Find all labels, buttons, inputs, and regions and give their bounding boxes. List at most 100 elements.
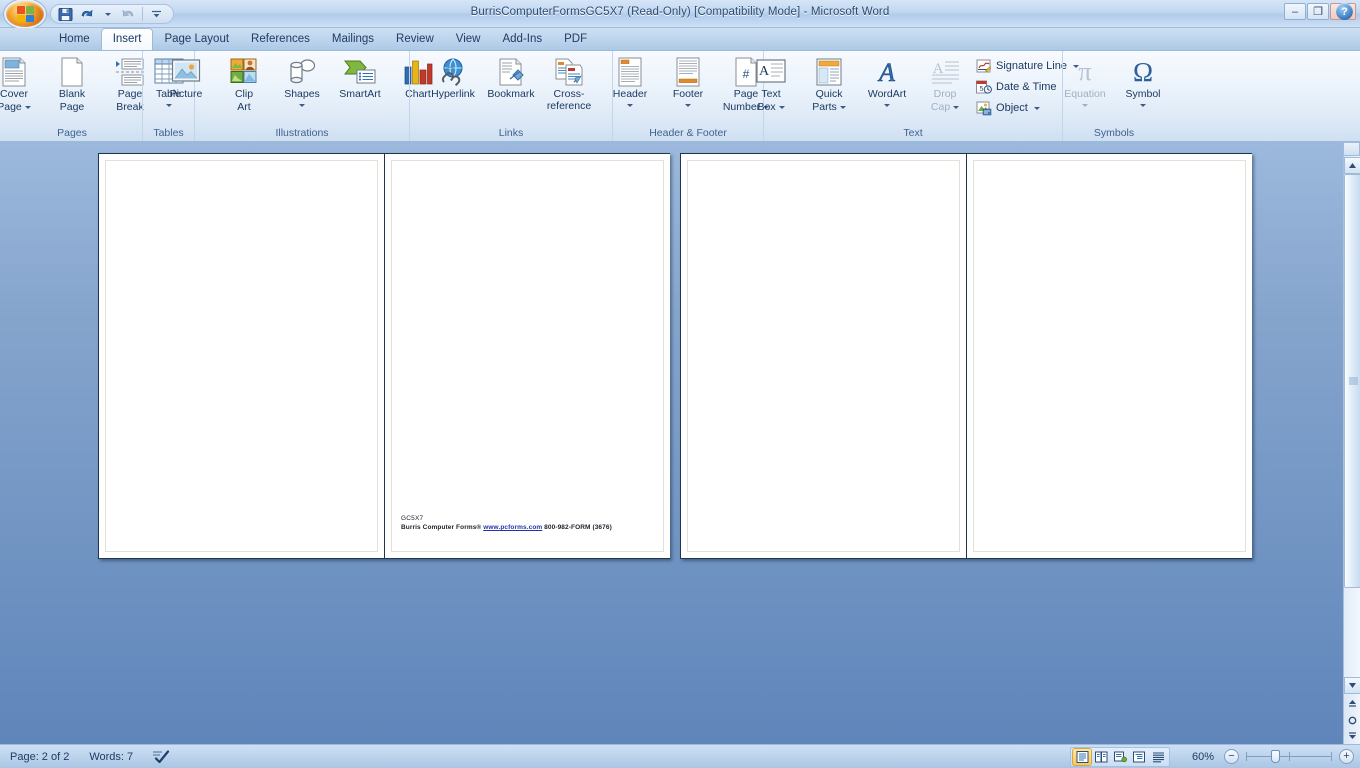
scroll-down-button[interactable] <box>1344 677 1360 694</box>
ribbon-button-dropdown[interactable] <box>627 102 633 109</box>
ribbon-group-items: A Text Box Quick Parts A WordArt A Drop Cap Signat… <box>742 51 1084 126</box>
chevron-down-icon <box>685 103 691 107</box>
scroll-up-button[interactable] <box>1344 157 1360 174</box>
ribbon-button-smartart[interactable]: SmartArt <box>331 54 389 101</box>
previous-page-button[interactable] <box>1344 695 1360 712</box>
ribbon-button-dropdown[interactable] <box>884 102 891 109</box>
ribbon-button-shapes[interactable]: Shapes <box>273 54 331 109</box>
ribbon-button-label: Bookmark <box>487 88 535 100</box>
tab-home[interactable]: Home <box>48 29 101 50</box>
ribbon-button-dropdown[interactable] <box>299 102 305 109</box>
view-web-layout-button[interactable] <box>1111 749 1129 765</box>
chevron-down-icon <box>1082 103 1088 107</box>
zoom-level[interactable]: 60% <box>1180 751 1214 763</box>
picture-icon <box>171 56 201 88</box>
proofing-status-icon[interactable] <box>143 747 178 767</box>
scroll-thumb[interactable] <box>1344 174 1360 588</box>
ribbon-button-text-box[interactable]: A Text Box <box>742 54 800 113</box>
chevron-down-icon <box>778 105 785 109</box>
document-phone: 800-982-FORM (3676) <box>542 524 612 531</box>
minimize-button[interactable]: – <box>1284 3 1306 20</box>
ribbon-button-label-line2: Page <box>59 100 85 113</box>
quick-parts-icon <box>815 56 843 88</box>
status-right-cluster: 60% − + <box>1070 746 1360 767</box>
ribbon-button-dropdown[interactable] <box>685 102 691 109</box>
tab-add-ins[interactable]: Add-Ins <box>491 29 553 50</box>
document-url-link[interactable]: www.pcforms.com <box>483 524 542 531</box>
document-canvas[interactable]: GC5X7 Burris Computer Forms® www.pcforms… <box>0 142 1360 744</box>
ribbon-button-label: Blank <box>58 88 86 100</box>
ribbon-button-dropdown <box>1082 102 1088 109</box>
tab-page-layout[interactable]: Page Layout <box>153 29 240 50</box>
tab-insert[interactable]: Insert <box>100 28 154 50</box>
next-page-button[interactable] <box>1344 727 1360 744</box>
ribbon-button-label-text: Parts <box>812 100 837 113</box>
bookmark-icon <box>497 56 525 88</box>
ribbon-button-label: Equation <box>1064 88 1106 100</box>
wordart-icon: A <box>873 56 901 88</box>
zoom-slider[interactable] <box>1246 749 1332 764</box>
view-print-layout-button[interactable] <box>1072 747 1092 766</box>
tab-references[interactable]: References <box>240 29 321 50</box>
ribbon-button-label: Symbol <box>1125 88 1161 100</box>
page-spread-1[interactable]: GC5X7 Burris Computer Forms® www.pcforms… <box>98 153 670 559</box>
ribbon-button-label-text: Cap <box>930 100 951 113</box>
page-spread-2[interactable] <box>680 153 1252 559</box>
ribbon-button-wordart[interactable]: A WordArt <box>858 54 916 109</box>
vertical-scrollbar[interactable] <box>1343 142 1360 744</box>
ribbon-group-label: Text <box>903 127 923 139</box>
ribbon-button-picture[interactable]: Picture <box>157 54 215 101</box>
tab-mailings[interactable]: Mailings <box>321 29 385 50</box>
object-icon <box>976 101 992 116</box>
word-count[interactable]: Words: 7 <box>79 747 143 767</box>
ribbon-button-cover-page[interactable]: Cover Page <box>0 54 43 113</box>
ribbon-button-symbol[interactable]: Ω Symbol <box>1114 54 1172 109</box>
ribbon-button-label: Hyperlink <box>431 88 475 100</box>
ribbon-group-header-footer: Header Footer # Page Number Header & Footer <box>612 51 770 141</box>
zoom-in-button[interactable]: + <box>1339 749 1354 764</box>
word-application-window: BurrisComputerFormsGC5X7 (Read-Only) [Co… <box>0 0 1360 768</box>
ribbon-group-links: Hyperlink Bookmark Cross-reference Links <box>409 51 612 141</box>
ribbon-button-clip-art[interactable]: Clip Art <box>215 54 273 113</box>
zoom-out-button[interactable]: − <box>1224 749 1239 764</box>
ribbon-group-pages: Cover Page Blank Page Page Break Pages <box>0 51 144 141</box>
chevron-down-icon <box>1033 106 1040 110</box>
tab-review[interactable]: Review <box>385 29 445 50</box>
tab-pdf[interactable]: PDF <box>553 29 598 50</box>
page-indicator[interactable]: Page: 2 of 2 <box>0 747 79 767</box>
text-frame-page-3 <box>687 160 960 552</box>
ribbon-button-label-line2: Box <box>757 101 785 114</box>
ribbon-button-label-line2: Page <box>0 100 31 114</box>
chevron-down-icon <box>627 103 633 107</box>
ribbon-button-hyperlink[interactable]: Hyperlink <box>424 54 482 101</box>
ribbon-button-label-line2: Art <box>237 100 251 113</box>
ribbon-button-header[interactable]: Header <box>601 54 659 109</box>
ribbon-button-blank-page[interactable]: Blank Page <box>43 54 101 113</box>
clip-art-icon <box>229 56 259 88</box>
ribbon-group-label: Illustrations <box>275 127 329 139</box>
restore-button[interactable]: ❐ <box>1307 3 1329 20</box>
ribbon-button-dropdown[interactable] <box>1140 102 1146 109</box>
equation-icon: π <box>1078 57 1092 86</box>
view-draft-button[interactable] <box>1149 749 1167 765</box>
ribbon-button-bookmark[interactable]: Bookmark <box>482 54 540 101</box>
help-button[interactable]: ? <box>1336 3 1353 20</box>
document-body-text[interactable]: GC5X7 Burris Computer Forms® www.pcforms… <box>401 514 661 532</box>
zoom-slider-handle[interactable] <box>1271 750 1280 763</box>
ribbon-button-label: SmartArt <box>339 88 381 100</box>
ribbon-button-quick-parts[interactable]: Quick Parts <box>800 54 858 113</box>
text-frame-left <box>105 160 378 552</box>
view-outline-button[interactable] <box>1130 749 1148 765</box>
split-window-box[interactable] <box>1343 142 1360 156</box>
ribbon-button-label-text: Page <box>0 100 22 113</box>
zoom-tick-right <box>1331 752 1332 761</box>
ribbon-button-cross-reference[interactable]: Cross-reference <box>540 54 598 112</box>
ribbon: Cover Page Blank Page Page Break Pages Table Tab… <box>0 51 1360 142</box>
hyperlink-icon <box>438 56 468 88</box>
symbol-icon: Ω <box>1132 56 1154 87</box>
svg-text:A: A <box>759 64 770 79</box>
ribbon-button-label-line2: Cap <box>930 100 960 114</box>
view-full-screen-reading-button[interactable] <box>1092 749 1110 765</box>
ribbon-button-footer[interactable]: Footer <box>659 54 717 109</box>
tab-view[interactable]: View <box>445 29 492 50</box>
